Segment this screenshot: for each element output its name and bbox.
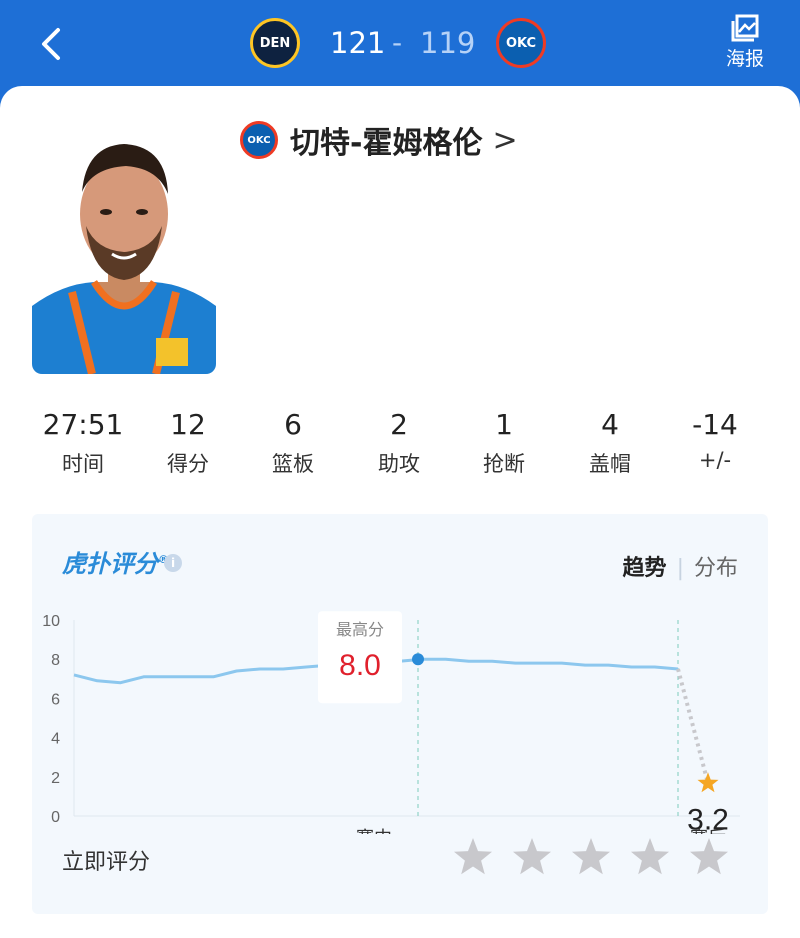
stat-value: -14: [692, 408, 738, 441]
y-tick-label: 0: [51, 809, 60, 826]
player-name-row[interactable]: OKC 切特-霍姆格伦 >: [240, 118, 518, 162]
stat-line: 27:51 时间 12 得分 6 篮板 2 助攻 1 抢断 4 盖帽 -14 +…: [30, 408, 770, 478]
rating-trend-chart: 0246810最高分8.03.2赛中赛后: [32, 584, 768, 834]
team-logo-den[interactable]: DEN: [250, 18, 300, 68]
y-tick-label: 10: [42, 613, 60, 630]
stat-rebounds: 6 篮板: [243, 408, 343, 478]
stat-value: 2: [390, 408, 408, 441]
player-portrait: [32, 116, 216, 374]
stat-label: +/-: [698, 448, 732, 472]
x-label-mid: 赛中: [356, 828, 392, 834]
rating-panel: 虎扑评分® i 趋势|分布 0246810最高分8.03.2赛中赛后 立即评分: [32, 514, 768, 914]
stat-value: 27:51: [42, 408, 124, 441]
away-score: 119: [420, 26, 476, 60]
star-icon[interactable]: [629, 836, 671, 878]
stat-label: 抢断: [483, 452, 525, 476]
stat-value: 4: [601, 408, 619, 441]
y-tick-label: 8: [51, 652, 60, 669]
rate-stars: [435, 836, 730, 878]
y-tick-label: 6: [51, 691, 60, 708]
score-separator: -: [392, 26, 403, 59]
player-name: 切特-霍姆格伦: [290, 126, 483, 161]
final-rating-star: [697, 772, 719, 793]
poster-icon: [731, 14, 759, 42]
peak-point: [412, 653, 424, 666]
info-icon[interactable]: i: [164, 554, 182, 572]
y-tick-label: 2: [51, 770, 60, 787]
stat-points: 12 得分: [138, 408, 238, 478]
post-game-drop-line: [676, 668, 710, 784]
scoreboard: DEN 121 - 119 OKC: [0, 18, 800, 74]
stat-blocks: 4 盖帽: [560, 408, 660, 478]
star-icon[interactable]: [452, 836, 494, 878]
team-logo-okc[interactable]: OKC: [496, 18, 546, 68]
stat-assists: 2 助攻: [349, 408, 449, 478]
stat-steals: 1 抢断: [454, 408, 554, 478]
stat-value: 6: [284, 408, 302, 441]
tab-distribution[interactable]: 分布: [694, 556, 738, 581]
player-photo: [32, 116, 216, 374]
peak-label: 最高分: [336, 620, 384, 639]
poster-button[interactable]: 海报: [720, 12, 770, 71]
tab-trend[interactable]: 趋势: [623, 556, 667, 581]
tab-divider: |: [676, 556, 684, 581]
stat-label: 助攻: [378, 452, 420, 476]
star-icon[interactable]: [511, 836, 553, 878]
stat-value: 1: [495, 408, 513, 441]
poster-label: 海报: [725, 48, 764, 70]
stat-label: 盖帽: [589, 452, 631, 476]
stat-label: 篮板: [272, 452, 314, 476]
star-icon[interactable]: [570, 836, 612, 878]
top-bar: DEN 121 - 119 OKC 海报: [0, 0, 800, 90]
stat-label: 得分: [167, 452, 209, 476]
rate-now-label: 立即评分: [62, 850, 151, 875]
star-icon[interactable]: [688, 836, 730, 878]
y-tick-label: 4: [51, 731, 60, 748]
x-label-post: 赛后: [690, 828, 726, 834]
stat-plus-minus: -14 +/-: [665, 408, 765, 472]
stat-minutes: 27:51 时间: [33, 408, 133, 478]
peak-value: 8.0: [339, 649, 381, 682]
chevron-right-icon: >: [492, 122, 518, 158]
player-team-logo: OKC: [240, 121, 278, 159]
rating-tabs: 趋势 | 分布: [623, 550, 738, 582]
stat-label: 时间: [62, 452, 104, 476]
home-score: 121: [330, 26, 386, 60]
stat-value: 12: [170, 408, 206, 441]
rating-chart-svg: 0246810最高分8.03.2赛中赛后: [42, 611, 740, 834]
rating-brand-logo: 虎扑评分®: [62, 550, 169, 578]
player-card: OKC 切特-霍姆格伦 > 27:51 时间 12 得分 6 篮板 2 助攻 1…: [0, 86, 800, 938]
